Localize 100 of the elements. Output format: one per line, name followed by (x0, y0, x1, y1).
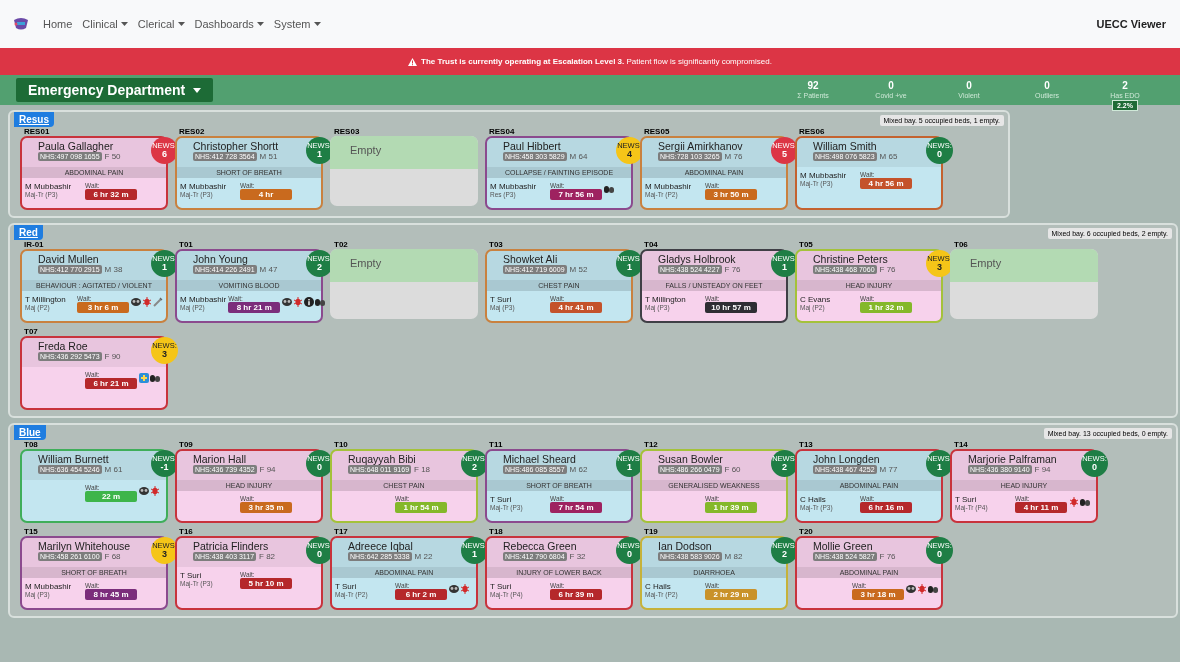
alert-message: The Trust is currently operating at Escalation Level 3. Patient flow is significantly compromised. (421, 57, 772, 66)
sex-age: M 47 (259, 265, 278, 274)
wait-time-badge: 1 hr 32 m (860, 302, 912, 313)
clinician-name: T Suri (335, 582, 357, 591)
bug-icon (460, 584, 470, 594)
goggles-icon (131, 297, 141, 307)
wait-time-badge: 3 hr 18 m (852, 589, 904, 600)
clinician-name: M Mubbashir (180, 182, 227, 191)
patient-name: Ian Dodson (658, 540, 712, 552)
wait-time-badge: 1 hr 54 m (395, 502, 447, 513)
wait-time-badge: 6 hr 39 m (550, 589, 602, 600)
sex-age: F 76 (724, 265, 741, 274)
caret-icon (120, 22, 128, 26)
patient-name: John Young (193, 253, 248, 265)
patient-name: William Burnett (38, 453, 109, 465)
patient-name: David Mullen (38, 253, 99, 265)
clinician-name: M Mubbashir (180, 295, 227, 304)
clinician-name: M Mubbashir (645, 182, 692, 191)
empty-label: Empty (350, 257, 382, 269)
syringe-icon (153, 297, 163, 307)
bay-tab[interactable]: Resus (14, 112, 54, 127)
sex-age: M 77 (879, 465, 898, 474)
patient-name: Marilyn Whitehouse (38, 540, 131, 552)
clinician-name: M Mubbashir (800, 171, 847, 180)
empty-bed-card[interactable]: Empty (330, 249, 478, 319)
pills-icon (315, 297, 326, 307)
department-dropdown[interactable]: Emergency Department (16, 78, 214, 102)
wait-time-badge: 3 hr 35 m (240, 502, 292, 513)
nav-menu-item[interactable]: System (270, 16, 324, 32)
wait-time-badge: 6 hr 2 m (395, 589, 447, 600)
bed-label: T07 (23, 327, 38, 336)
bed-label: T18 (488, 527, 503, 536)
patient-name: Ruqayyah Bibi (348, 453, 416, 465)
nav-menu-item[interactable]: Home (40, 16, 76, 32)
wait-time-badge: 4 hr 56 m (860, 178, 912, 189)
wait-time-badge: 6 hr 32 m (85, 189, 137, 200)
clinician-name: C Evans (800, 295, 831, 304)
bed-label: RES06 (798, 127, 825, 136)
patient-name: Paul Hibbert (503, 140, 561, 152)
patient-name: Sergii Amirkhanov (658, 140, 743, 152)
bed-label: T01 (178, 240, 193, 249)
empty-bed-card[interactable]: Empty (950, 249, 1098, 319)
patient-name: Marion Hall (193, 453, 247, 465)
sex-age: M 61 (104, 465, 123, 474)
bug-icon (293, 297, 304, 307)
empty-bed-card[interactable]: Empty (330, 136, 478, 206)
nav-menu-item[interactable]: Dashboards (191, 16, 267, 32)
sex-age: M 51 (259, 152, 278, 161)
sex-age: M 62 (569, 465, 588, 474)
sex-age: M 76 (724, 152, 743, 161)
bed-label: T09 (178, 440, 193, 449)
patient-name: Patricia Flinders (193, 540, 269, 552)
clinician-name: T Millington (645, 295, 686, 304)
nav-menu-item[interactable]: Clerical (134, 16, 188, 32)
sex-age: M 64 (569, 152, 588, 161)
warning-icon (408, 57, 418, 66)
bed-label: T13 (798, 440, 813, 449)
bed-label: T06 (953, 240, 968, 249)
caret-icon (256, 22, 264, 26)
clinician-name: T Suri (490, 582, 512, 591)
sex-age: F 18 (414, 465, 431, 474)
patient-name: Susan Bowler (658, 453, 723, 465)
caret-icon (193, 87, 202, 93)
patient-name: Marjorie Palframan (968, 453, 1057, 465)
wait-time-badge: 3 hr 6 m (77, 302, 129, 313)
stat-value: 0 (888, 80, 894, 91)
bed-label: T14 (953, 440, 968, 449)
patient-name: Freda Roe (38, 340, 88, 352)
sex-age: F 32 (569, 552, 586, 561)
caret-icon (313, 22, 321, 26)
bay-tab[interactable]: Blue (14, 425, 46, 440)
clinician-name: M Mubbashir (25, 582, 72, 591)
stat-value: 0 (1044, 80, 1050, 91)
info-icon (304, 297, 315, 307)
patient-name: John Longden (813, 453, 880, 465)
caret-icon (177, 22, 185, 26)
clinician-name: T Suri (955, 495, 977, 504)
bed-label: RES04 (488, 127, 515, 136)
stat-value: 92 (807, 80, 819, 91)
patient-name: Adreece Iqbal (348, 540, 413, 552)
bug-icon (1069, 497, 1079, 507)
bed-label: IR-01 (23, 240, 44, 249)
goggles-icon (282, 297, 293, 307)
bay-tab[interactable]: Red (14, 225, 43, 240)
clinician-name: T Suri (490, 495, 512, 504)
sex-age: F 68 (104, 552, 121, 561)
bed-label: T05 (798, 240, 813, 249)
clinician-name: C Hails (800, 495, 826, 504)
sex-age: F 76 (879, 552, 896, 561)
sex-age: F 60 (724, 465, 741, 474)
patient-name: Rebecca Green (503, 540, 577, 552)
patient-name: Christopher Shortt (193, 140, 279, 152)
logo-icon[interactable] (12, 17, 30, 31)
clinician-name: C Hails (645, 582, 671, 591)
bed-label: T11 (488, 440, 503, 449)
sex-age: M 82 (724, 552, 743, 561)
sex-age: M 52 (569, 265, 588, 274)
wait-time-badge: 10 hr 57 m (705, 302, 757, 313)
goggles-icon (449, 584, 459, 594)
nav-menu-item[interactable]: Clinical (79, 16, 131, 32)
